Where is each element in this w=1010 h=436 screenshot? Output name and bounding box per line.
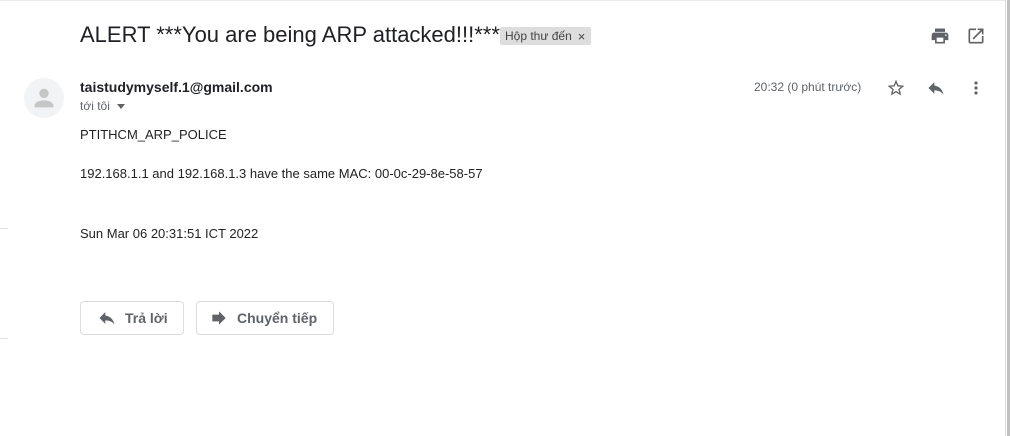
recipient-details-toggle[interactable]: tới tôi xyxy=(80,99,125,113)
forward-button[interactable]: Chuyển tiếp xyxy=(196,301,334,335)
sender-email[interactable]: taistudymyself.1@gmail.com xyxy=(80,79,273,95)
print-button[interactable] xyxy=(928,24,952,48)
star-outline-icon xyxy=(887,79,905,96)
label-chip-inbox[interactable]: Hộp thư đến × xyxy=(500,27,592,45)
email-body-line: 192.168.1.1 and 192.168.1.3 have the sam… xyxy=(80,166,483,181)
open-in-new-window-button[interactable] xyxy=(964,24,988,48)
label-chip-text: Hộp thư đến xyxy=(505,29,572,43)
print-icon xyxy=(931,28,949,44)
forward-button-label: Chuyển tiếp xyxy=(237,310,318,326)
left-edge-tick xyxy=(0,228,8,229)
top-divider xyxy=(0,0,1005,1)
reply-button-label: Trả lời xyxy=(125,310,168,326)
reply-icon xyxy=(99,312,115,325)
open-in-new-icon xyxy=(968,28,984,44)
recipient-label: tới tôi xyxy=(80,99,110,113)
star-button[interactable] xyxy=(884,76,908,100)
reply-header-button[interactable] xyxy=(924,76,948,100)
email-body-line: Sun Mar 06 20:31:51 ICT 2022 xyxy=(80,226,259,241)
left-edge-tick xyxy=(0,338,8,339)
more-vert-icon xyxy=(974,81,978,95)
avatar[interactable] xyxy=(24,78,64,118)
forward-icon xyxy=(212,311,226,325)
reply-button[interactable]: Trả lời xyxy=(80,301,184,335)
email-timestamp: 20:32 (0 phút trước) xyxy=(754,80,862,94)
chevron-down-icon xyxy=(116,104,125,109)
email-subject: ALERT ***You are being ARP attacked!!!**… xyxy=(80,22,500,47)
more-options-button[interactable] xyxy=(964,76,988,100)
remove-label-icon[interactable]: × xyxy=(578,30,586,43)
reply-icon xyxy=(928,82,944,95)
person-icon xyxy=(34,88,54,108)
email-body-line: PTITHCM_ARP_POLICE xyxy=(80,127,227,142)
